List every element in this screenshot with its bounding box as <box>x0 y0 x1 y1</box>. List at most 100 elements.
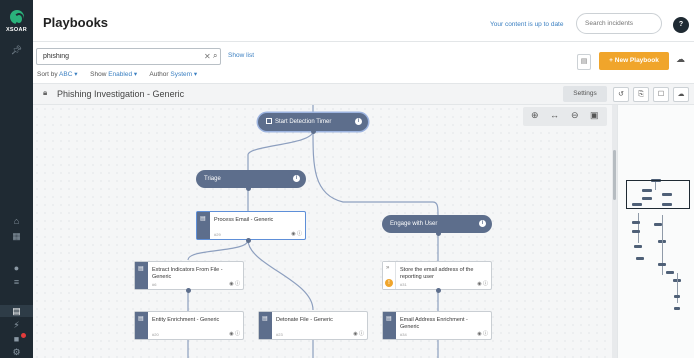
triage-node[interactable]: Triage i <box>196 170 306 188</box>
lock-icon: 🔒︎ <box>43 88 48 97</box>
node-label: Process Email - Generic <box>214 217 274 223</box>
info-icon[interactable]: i <box>355 118 362 125</box>
node-label: Email Address Enrichment - Generic <box>400 317 468 330</box>
view-icon[interactable]: ◉ ⓘ <box>477 330 488 337</box>
process-email-node[interactable]: ▤ Process Email - Generic #29 ◉ ⓘ <box>196 211 306 240</box>
image-icon[interactable]: ▣ <box>590 110 599 121</box>
playbook-icon: ▤ <box>138 316 144 322</box>
node-port[interactable] <box>436 231 441 236</box>
node-port[interactable] <box>246 238 251 243</box>
zoom-in-icon[interactable]: ⊕ <box>531 110 539 121</box>
minimap-node <box>632 230 640 233</box>
node-port[interactable] <box>186 288 191 293</box>
view-icon[interactable]: ◉ ⓘ <box>291 230 302 237</box>
detonate-file-node[interactable]: ▤ Detonate File - Generic #23 ◉ ⓘ <box>258 311 368 340</box>
node-label: Start Detection Timer <box>275 119 332 125</box>
show-list-link[interactable]: Show list <box>228 52 254 59</box>
dashboard-icon[interactable]: ▦ <box>0 230 33 242</box>
chevron-down-icon[interactable]: ▾ <box>192 71 197 78</box>
filters: Sort by ABC ▾ Show Enabled ▾ Author Syst… <box>37 70 197 78</box>
minimap-node <box>674 307 680 310</box>
sort-dropdown[interactable]: ABC <box>59 71 72 78</box>
cloud-upload-icon[interactable]: ☁︎ <box>676 54 685 65</box>
node-port[interactable] <box>436 288 441 293</box>
minimap-node <box>636 257 644 260</box>
minimap-node <box>634 245 642 248</box>
chevron-down-icon[interactable]: ▾ <box>132 71 137 78</box>
minimap-edge <box>677 273 678 303</box>
view-icon[interactable]: ◉ ⓘ <box>229 280 240 287</box>
node-label: Triage <box>204 176 221 182</box>
sort-label: Sort by <box>37 71 58 78</box>
zoom-toolbar: ⊕ ↔ ⊖ ▣ <box>523 107 607 126</box>
node-port[interactable] <box>311 129 316 134</box>
chevron-right-icon: » <box>386 265 390 271</box>
help-button[interactable]: ? <box>673 17 689 33</box>
jobs-icon[interactable]: ■ <box>0 333 33 345</box>
view-icon[interactable]: ◉ ⓘ <box>353 330 364 337</box>
extract-indicators-node[interactable]: ▤ Extract Indicators From File - Generic… <box>134 261 244 290</box>
minimap[interactable] <box>617 105 694 358</box>
settings-icon[interactable]: ⚙︎ <box>0 346 33 358</box>
entity-enrichment-node[interactable]: ▤ Entity Enrichment - Generic #20 ◉ ⓘ <box>134 311 244 340</box>
view-icon[interactable]: ◉ ⓘ <box>477 280 488 287</box>
show-dropdown[interactable]: Enabled <box>108 71 132 78</box>
node-port[interactable] <box>246 186 251 191</box>
fit-width-icon[interactable]: ↔ <box>550 110 559 120</box>
minimap-node <box>658 263 666 266</box>
show-label: Show <box>90 71 107 78</box>
playbook-icon: ▤ <box>386 316 392 322</box>
settings-button[interactable]: Settings <box>563 86 607 102</box>
view-icon[interactable]: ◉ ⓘ <box>229 330 240 337</box>
content-status[interactable]: Your content is up to date <box>490 21 563 28</box>
search-incidents-input[interactable] <box>576 13 662 34</box>
node-id: #23 <box>276 332 283 337</box>
scrollbar-thumb[interactable] <box>613 150 616 200</box>
node-id: #34 <box>400 332 407 337</box>
automation-icon[interactable]: ⚡︎ <box>0 319 33 331</box>
node-id: #6 <box>152 282 157 287</box>
connector <box>247 239 314 311</box>
playbook-header: 🔒︎ Phishing Investigation - Generic Sett… <box>33 83 694 105</box>
playbook-icon: ▤ <box>200 216 206 222</box>
warning-icon[interactable]: ! <box>385 279 393 287</box>
author-dropdown[interactable]: System <box>170 71 192 78</box>
chevron-down-icon[interactable]: ▾ <box>72 71 77 78</box>
indicators-icon[interactable]: ≡ <box>0 276 33 288</box>
incidents-icon[interactable]: ● <box>0 262 33 274</box>
minimap-edge <box>638 213 639 243</box>
xsoar-logo[interactable]: XSOAR <box>0 10 33 33</box>
unlock-icon[interactable]: ☐ <box>653 87 669 102</box>
playbook-title: Phishing Investigation - Generic <box>57 89 185 99</box>
zoom-out-icon[interactable]: ⊖ <box>571 110 579 121</box>
minimap-viewport[interactable] <box>626 180 690 209</box>
playbooks-icon[interactable]: ▤ <box>0 305 33 317</box>
playbook-search-input[interactable] <box>37 49 187 64</box>
new-playbook-button[interactable]: + New Playbook <box>599 52 669 70</box>
info-icon[interactable]: i <box>293 175 300 182</box>
info-icon[interactable]: i <box>479 220 486 227</box>
home-icon[interactable]: ⌂ <box>0 215 33 227</box>
duplicate-icon[interactable]: ⎘ <box>633 87 649 102</box>
minimap-edge <box>662 215 663 275</box>
connector <box>312 130 439 216</box>
playbook-icon: ▤ <box>262 316 268 322</box>
minimap-node <box>674 295 680 298</box>
page-title: Playbooks <box>43 15 109 30</box>
node-label: Detonate File - Generic <box>276 317 333 323</box>
clear-icon[interactable]: ✕ <box>204 52 211 61</box>
cloud-icon[interactable]: ☁︎ <box>673 87 689 102</box>
node-id: #29 <box>214 232 221 237</box>
store-email-node[interactable]: » ! Store the email address of the repor… <box>382 261 492 290</box>
playbook-canvas[interactable]: ⊕ ↔ ⊖ ▣ Start Detection Timer i Triage i… <box>33 105 613 358</box>
history-icon[interactable]: ↺ <box>613 87 629 102</box>
playbook-search: ✕ ⌕ <box>36 48 221 65</box>
email-enrichment-node[interactable]: ▤ Email Address Enrichment - Generic #34… <box>382 311 492 340</box>
playbook-icon: ▤ <box>138 266 144 272</box>
xsoar-logo-icon <box>9 10 24 25</box>
search-icon[interactable]: ⌕ <box>213 51 217 61</box>
pin-icon[interactable]: 📌︎ <box>0 44 33 56</box>
document-icon[interactable]: ▤ <box>577 54 591 70</box>
connector <box>247 130 314 170</box>
top-bar: Playbooks Your content is up to date ? <box>33 0 694 42</box>
